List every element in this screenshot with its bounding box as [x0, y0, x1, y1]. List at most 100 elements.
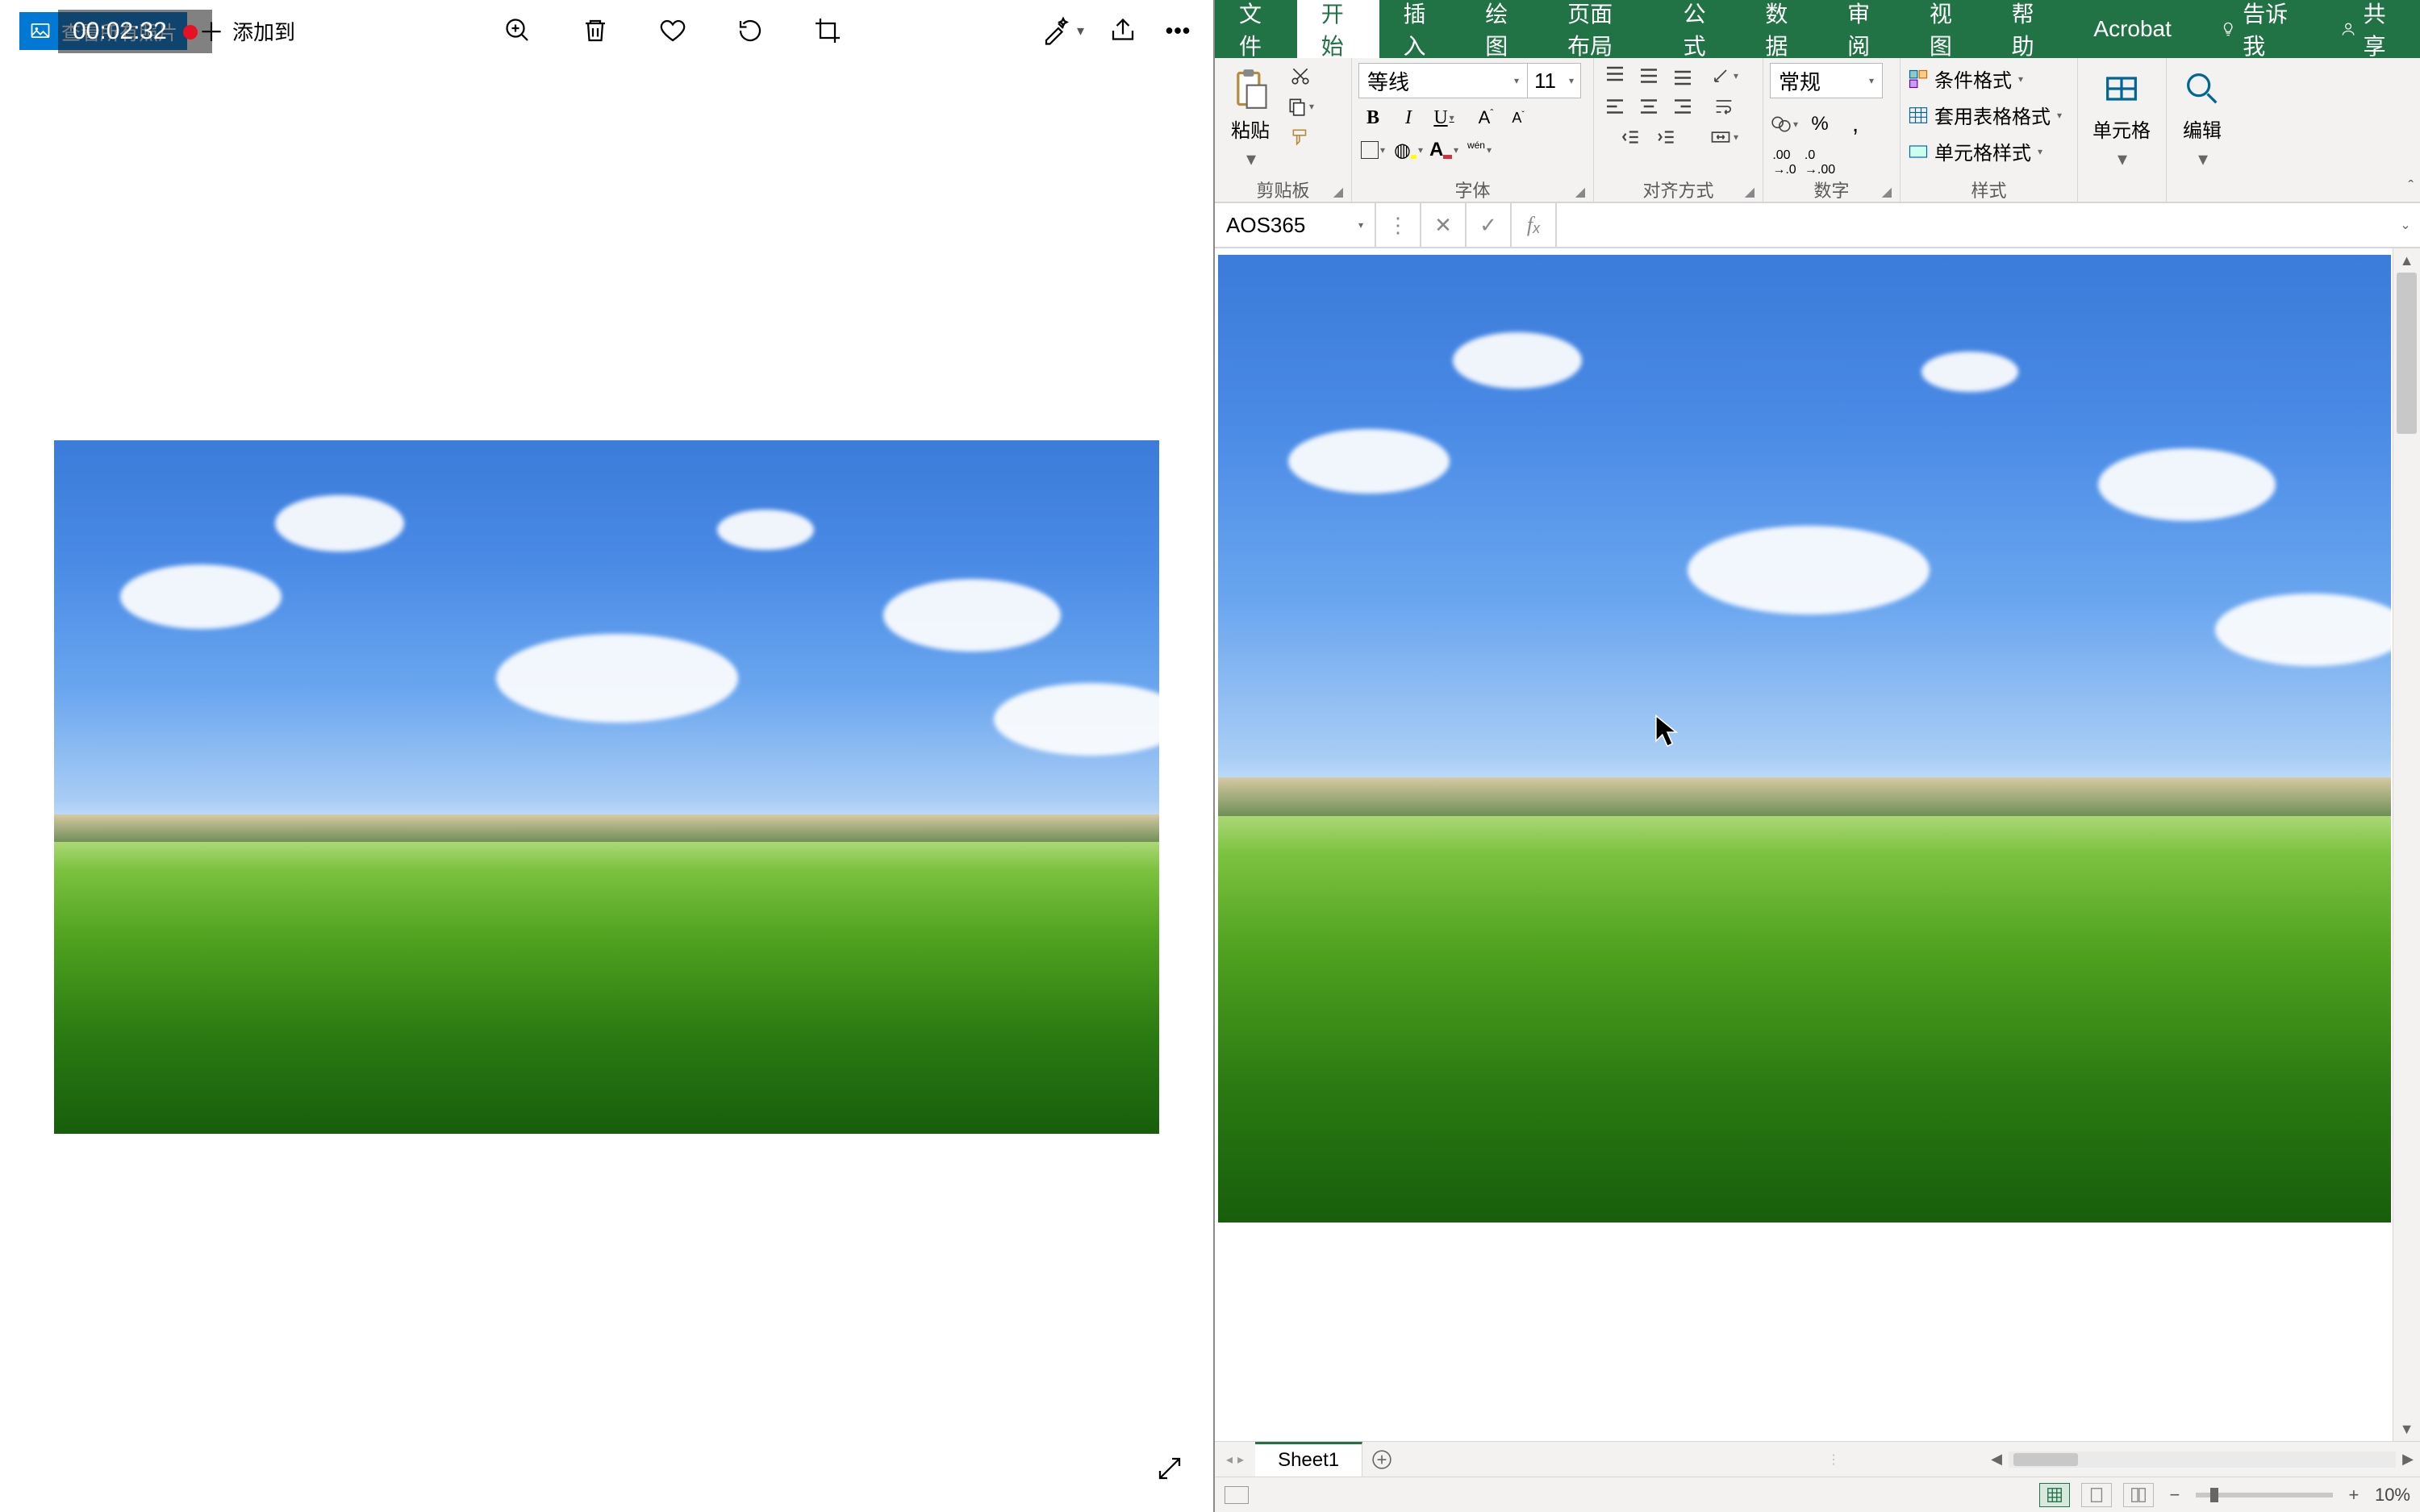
font-color-button[interactable]: A▾	[1429, 137, 1458, 163]
paste-button[interactable]: 粘贴 ▾	[1221, 63, 1279, 176]
editing-button[interactable]: 编辑▾	[2173, 63, 2231, 176]
share-button[interactable]	[1107, 15, 1139, 47]
insert-function-divider: ⋮	[1376, 203, 1421, 247]
number-format-select[interactable]: 常规▾	[1770, 63, 1883, 98]
tab-data[interactable]: 数据	[1741, 0, 1823, 58]
cell-styles-button[interactable]: 单元格样式▾	[1907, 135, 2042, 167]
borders-button[interactable]: ▾	[1358, 137, 1387, 163]
zoom-percentage[interactable]: 10%	[2375, 1485, 2410, 1506]
tab-view[interactable]: 视图	[1905, 0, 1988, 58]
more-button[interactable]	[1162, 15, 1194, 47]
fx-button[interactable]: fx	[1512, 203, 1557, 247]
name-box[interactable]: AOS365▾	[1215, 203, 1376, 247]
collapse-ribbon-button[interactable]: ˆ	[2408, 178, 2414, 197]
align-top-button[interactable]	[1600, 63, 1629, 89]
crop-icon	[813, 16, 842, 45]
worksheet-area[interactable]: ▲ ▼	[1215, 248, 2420, 1441]
format-painter-button[interactable]	[1286, 124, 1315, 150]
decrease-decimal-button[interactable]: .0→.00	[1805, 150, 1834, 176]
scroll-left-button[interactable]: ◀	[1984, 1451, 2009, 1468]
zoom-slider[interactable]	[2196, 1493, 2333, 1497]
align-left-button[interactable]	[1600, 94, 1629, 119]
scroll-track[interactable]	[2009, 1452, 2396, 1468]
format-as-table-button[interactable]: 套用表格格式▾	[1907, 99, 2062, 131]
crop-button[interactable]	[812, 15, 844, 47]
bold-button[interactable]: B	[1358, 105, 1387, 131]
tell-me-button[interactable]: 告诉我	[2196, 0, 2316, 58]
edit-menu-button[interactable]: ▾	[1040, 15, 1084, 47]
align-middle-button[interactable]	[1634, 63, 1663, 89]
dialog-launcher-icon[interactable]: ◢	[1745, 184, 1754, 200]
page-layout-view-button[interactable]	[2081, 1483, 2112, 1507]
rotate-button[interactable]	[734, 15, 766, 47]
conditional-format-button[interactable]: 条件格式▾	[1907, 63, 2023, 94]
delete-button[interactable]	[579, 15, 611, 47]
normal-view-button[interactable]	[2039, 1483, 2070, 1507]
add-sheet-button[interactable]	[1362, 1442, 1401, 1477]
tab-home[interactable]: 开始	[1297, 0, 1379, 58]
sheet-tab-sheet1[interactable]: Sheet1	[1255, 1442, 1362, 1477]
confirm-formula-button[interactable]: ✓	[1467, 203, 1512, 247]
formula-input[interactable]	[1557, 203, 2391, 247]
percent-format-button[interactable]: %	[1805, 111, 1834, 137]
vertical-scrollbar[interactable]: ▲ ▼	[2393, 248, 2420, 1441]
scroll-thumb[interactable]	[2013, 1453, 2078, 1466]
splitter-handle[interactable]: ⋮	[1829, 1442, 1838, 1477]
image-collection-icon	[29, 19, 52, 42]
font-size-select[interactable]: 11▾	[1528, 63, 1581, 98]
decrease-font-button[interactable]: Aˇ	[1504, 105, 1533, 131]
wrap-text-button[interactable]	[1704, 94, 1744, 119]
tab-help[interactable]: 帮助	[1988, 0, 2070, 58]
scroll-track[interactable]	[2393, 273, 2420, 1417]
sheet-nav[interactable]: ◂▸	[1215, 1442, 1255, 1477]
dialog-launcher-icon[interactable]: ◢	[1575, 184, 1585, 200]
phonetic-button[interactable]: wén▾	[1465, 137, 1494, 163]
favorite-button[interactable]	[657, 15, 689, 47]
scroll-up-button[interactable]: ▲	[2393, 248, 2420, 273]
fill-color-button[interactable]: ◍▾	[1394, 137, 1423, 163]
tab-review[interactable]: 审阅	[1823, 0, 1905, 58]
decrease-indent-button[interactable]	[1617, 124, 1646, 150]
tab-formulas[interactable]: 公式	[1659, 0, 1742, 58]
orientation-button[interactable]: ▾	[1704, 63, 1744, 89]
increase-indent-button[interactable]	[1652, 124, 1681, 150]
accounting-format-button[interactable]: ▾	[1770, 111, 1799, 137]
scroll-thumb[interactable]	[2397, 273, 2417, 434]
page-break-view-button[interactable]	[2123, 1483, 2154, 1507]
expand-formula-bar-button[interactable]: ⌄	[2391, 203, 2420, 247]
zoom-slider-thumb[interactable]	[2210, 1488, 2218, 1502]
zoom-in-button[interactable]: +	[2344, 1485, 2364, 1506]
tab-acrobat[interactable]: Acrobat	[2069, 0, 2196, 58]
dialog-launcher-icon[interactable]: ◢	[1882, 184, 1892, 200]
scissors-icon	[1290, 65, 1311, 86]
cut-button[interactable]	[1286, 63, 1315, 89]
align-right-button[interactable]	[1668, 94, 1697, 119]
displayed-image[interactable]	[54, 440, 1159, 1134]
font-name-select[interactable]: 等线▾	[1358, 63, 1528, 98]
align-center-button[interactable]	[1634, 94, 1663, 119]
tab-draw[interactable]: 绘图	[1461, 0, 1543, 58]
comma-format-button[interactable]: ,	[1841, 111, 1870, 137]
italic-button[interactable]: I	[1394, 105, 1423, 131]
zoom-out-button[interactable]: −	[2165, 1485, 2184, 1506]
cloud-decor	[1921, 352, 2018, 392]
merge-button[interactable]: ▾	[1704, 124, 1744, 150]
scroll-down-button[interactable]: ▼	[2393, 1417, 2420, 1441]
increase-decimal-button[interactable]: .00→.0	[1770, 150, 1799, 176]
zoom-button[interactable]	[502, 15, 534, 47]
share-button[interactable]: 共享	[2316, 0, 2420, 58]
cells-button[interactable]: 单元格▾	[2084, 63, 2159, 176]
scroll-right-button[interactable]: ▶	[2396, 1451, 2420, 1468]
tab-file[interactable]: 文件	[1215, 0, 1297, 58]
copy-button[interactable]: ▾	[1286, 94, 1315, 119]
tab-page-layout[interactable]: 页面布局	[1543, 0, 1659, 58]
increase-font-button[interactable]: Aˆ	[1471, 105, 1500, 131]
fullscreen-button[interactable]	[1152, 1451, 1187, 1486]
underline-button[interactable]: U▾	[1429, 105, 1458, 131]
tab-insert[interactable]: 插入	[1379, 0, 1462, 58]
horizontal-scrollbar[interactable]: ◀ ▶	[1984, 1442, 2420, 1477]
cancel-formula-button[interactable]: ✕	[1421, 203, 1467, 247]
dialog-launcher-icon[interactable]: ◢	[1333, 184, 1343, 200]
macro-record-button[interactable]	[1225, 1486, 1249, 1504]
align-bottom-button[interactable]	[1668, 63, 1697, 89]
